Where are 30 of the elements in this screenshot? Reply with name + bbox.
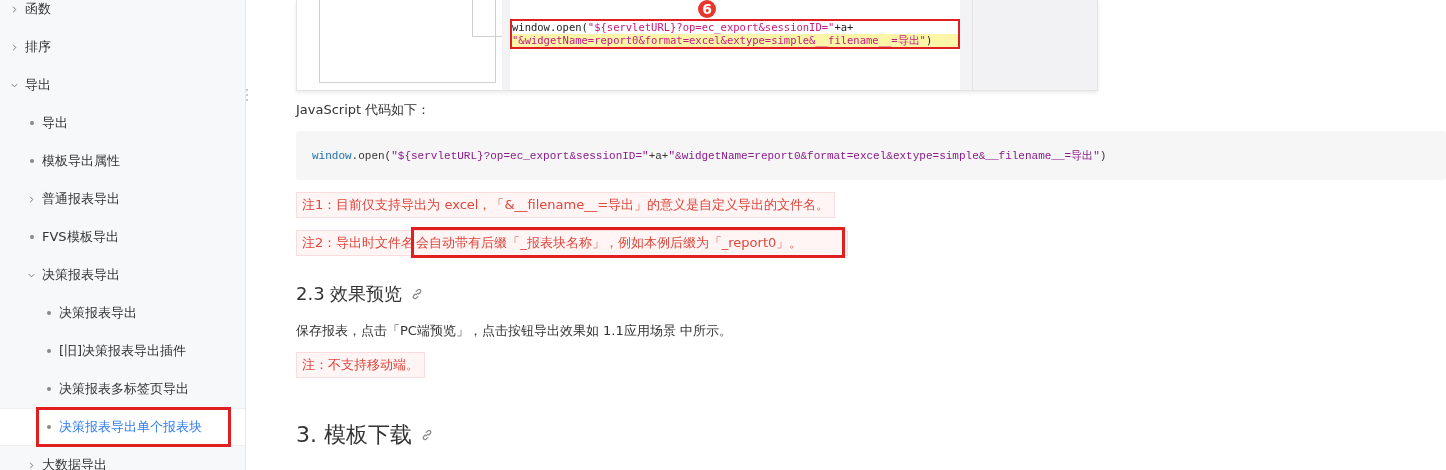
sidebar-item[interactable]: 普通报表导出 [0,180,245,218]
sidebar-item[interactable]: [旧]决策报表导出插件 [0,332,245,370]
drag-handle-icon[interactable] [245,88,249,102]
sidebar-item[interactable]: 函数 [0,0,245,28]
paragraph: JavaScript 代码如下： [296,101,432,119]
paragraph: 保存报表，点击「PC端预览」，点击按钮导出效果如 1.1应用场景 中所示。 [296,322,733,340]
section-heading: 2.3 效果预览 [296,282,403,306]
sidebar-item[interactable]: 决策报表导出单个报表块 [0,408,245,446]
code-line: window.open("${servletURL}?op=ec_export&sessionID="+a+ [512,21,855,34]
section-heading: 3. 模板下载 [296,421,412,449]
sidebar-item[interactable]: 模板导出属性 [0,142,245,180]
sidebar-item[interactable]: 决策报表多标签页导出 [0,370,245,408]
sidebar-item[interactable]: 导出 [0,104,245,142]
sidebar-item[interactable]: 导出 [0,66,245,104]
bullet-icon [46,349,51,353]
highlight-box: 会自动带有后缀「_报表块名称」，例如本例后缀为「_report0」。 [414,230,843,255]
bullet-icon [46,425,51,429]
bullet-icon [29,121,34,125]
note-callout: 注1：目前仅支持导出为 excel，「&__filename__=导出」的意义是自定义导出的文件名。 [296,192,836,218]
bullet-icon [46,387,51,391]
sidebar-item[interactable]: 决策报表导出 [0,256,245,294]
sidebar-item[interactable]: 决策报表导出 [0,294,245,332]
note-callout: 注：不支持移动端。 [296,352,425,378]
sidebar-item[interactable]: 排序 [0,28,245,66]
bullet-icon [29,235,34,239]
link-icon[interactable] [420,428,434,442]
code-block: window.open("${servletURL}?op=ec_export&sessionID="+a+"&widgetName=report0&format=excel&extype=simple&__filename__=导出") [296,131,1446,180]
sidebar-item[interactable]: FVS模板导出 [0,218,245,256]
bullet-icon [29,159,34,163]
bullet-icon [46,311,51,315]
